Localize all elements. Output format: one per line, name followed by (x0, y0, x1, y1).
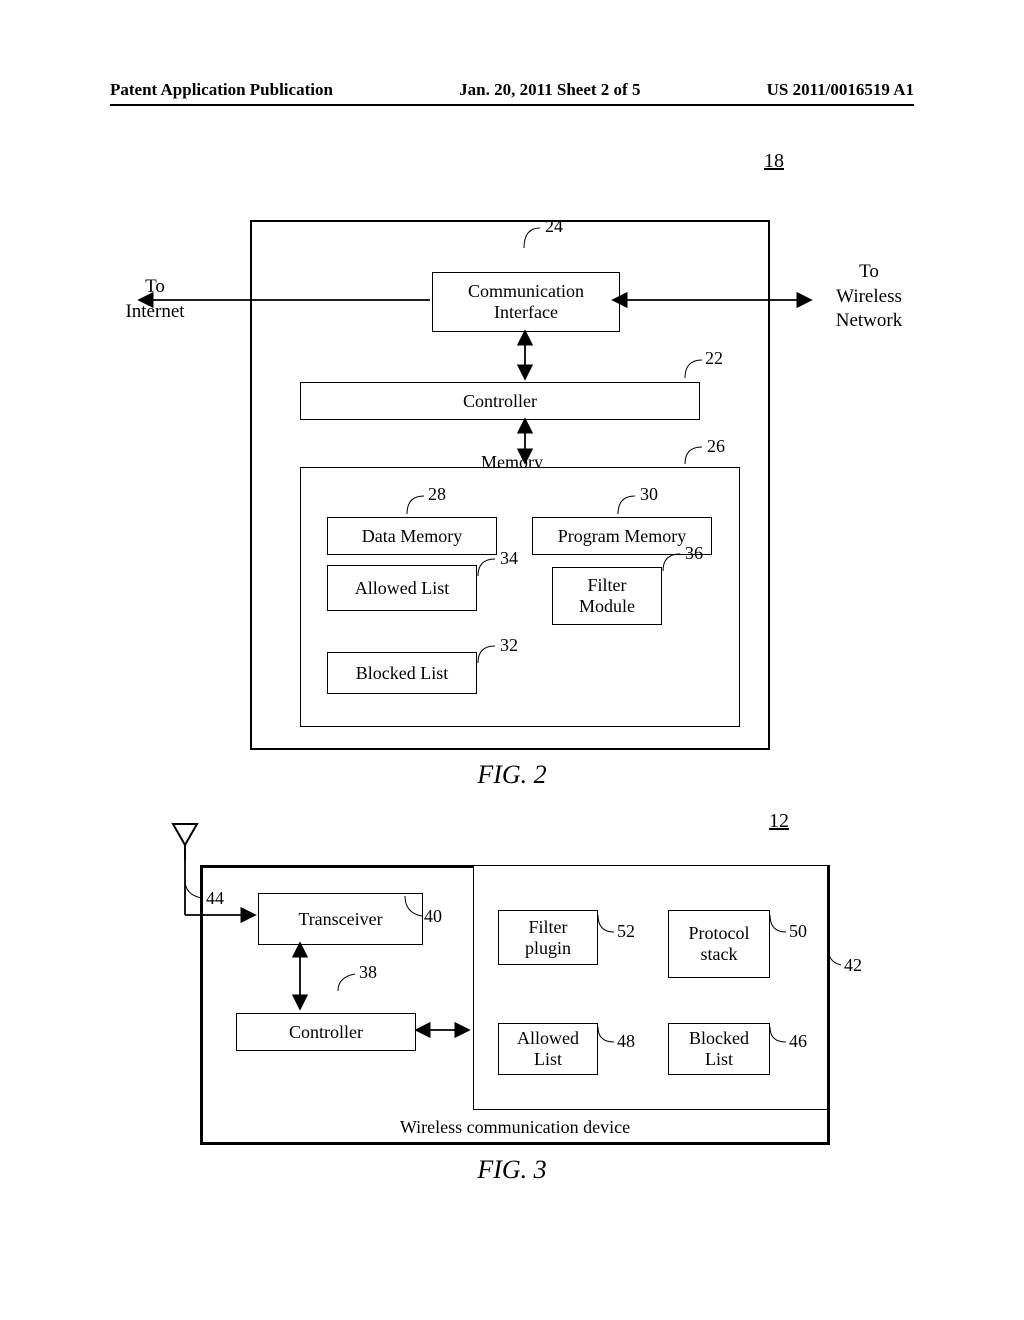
filter-module-box: Filter Module (552, 567, 662, 625)
fig2-caption: FIG. 2 (110, 760, 914, 790)
ref-22: 22 (705, 348, 723, 369)
ref-28: 28 (428, 484, 446, 505)
ref-26: 26 (707, 436, 725, 457)
header-right: US 2011/0016519 A1 (767, 80, 914, 100)
controller3-box: Controller (236, 1013, 416, 1051)
ref-46: 46 (789, 1031, 807, 1052)
fig3-caption: FIG. 3 (110, 1155, 914, 1185)
figure-3: 12 Transceiver Controller Memory Filter … (110, 810, 914, 1180)
device-outer-box: Transceiver Controller Memory Filter plu… (200, 865, 830, 1145)
ref-32: 32 (500, 635, 518, 656)
allowed-list-box: Allowed List (327, 565, 477, 611)
filter-plugin-box: Filter plugin (498, 910, 598, 965)
ref-44: 44 (206, 888, 224, 909)
ref-42: 42 (844, 955, 862, 976)
label-to-wireless: To Wireless Network (819, 260, 919, 334)
header-center: Jan. 20, 2011 Sheet 2 of 5 (459, 80, 640, 100)
label-to-internet: To Internet (115, 275, 195, 324)
communication-interface-box: Communication Interface (432, 272, 620, 332)
page-header: Patent Application Publication Jan. 20, … (110, 80, 914, 100)
ref-40: 40 (424, 906, 442, 927)
ref-12: 12 (769, 810, 789, 833)
controller-box: Controller (300, 382, 700, 420)
figure-2: 18 To Internet To Wireless Network Commu… (110, 150, 914, 790)
ref-38: 38 (359, 962, 377, 983)
ref-48: 48 (617, 1031, 635, 1052)
header-left: Patent Application Publication (110, 80, 333, 100)
ref-18: 18 (764, 150, 784, 173)
ref-24: 24 (545, 216, 563, 237)
device-caption: Wireless communication device (203, 1117, 827, 1138)
ref-50: 50 (789, 921, 807, 942)
page: Patent Application Publication Jan. 20, … (0, 0, 1024, 1320)
ref-30: 30 (640, 484, 658, 505)
blocked-list-box: Blocked List (327, 652, 477, 694)
ref-36: 36 (685, 543, 703, 564)
antenna-icon (165, 820, 205, 860)
protocol-stack-box: Protocol stack (668, 910, 770, 978)
ref-52: 52 (617, 921, 635, 942)
allowed-list3-box: Allowed List (498, 1023, 598, 1075)
header-rule (110, 104, 914, 106)
blocked-list3-box: Blocked List (668, 1023, 770, 1075)
ref-34: 34 (500, 548, 518, 569)
server-outer-box: Communication Interface Controller Memor… (250, 220, 770, 750)
data-memory-box: Data Memory (327, 517, 497, 555)
transceiver-box: Transceiver (258, 893, 423, 945)
